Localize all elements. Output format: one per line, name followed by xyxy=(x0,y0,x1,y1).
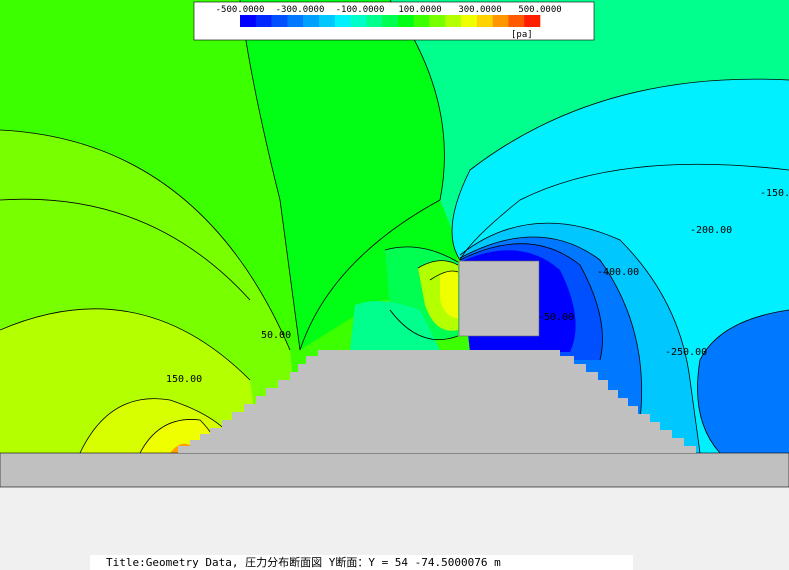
colorbar-swatch xyxy=(445,15,462,27)
colorbar-swatch xyxy=(429,15,446,27)
colorbar-swatch xyxy=(366,15,383,27)
status-title: Title:Geometry Data, 圧力分布断面図 Y断面：Y = 54 … xyxy=(106,556,501,569)
colorbar-swatch xyxy=(461,15,478,27)
colorbar-swatch xyxy=(303,15,320,27)
colorbar-unit: [pa] xyxy=(511,30,533,40)
colorbar-swatches xyxy=(240,15,541,27)
colorbar-swatch xyxy=(382,15,399,27)
building-block xyxy=(458,260,540,337)
colorbar-swatch xyxy=(318,15,336,27)
colorbar-swatch xyxy=(508,15,525,27)
status-bar: Title:Geometry Data, 圧力分布断面図 Y断面：Y = 54 … xyxy=(90,555,633,570)
colorbar-swatch xyxy=(287,15,304,27)
contour-label: -250.00 xyxy=(665,347,707,358)
colorbar-tick-label: -500.0000 xyxy=(216,5,265,15)
contour-label: -400.00 xyxy=(597,267,639,278)
colorbar-swatch xyxy=(255,15,272,27)
colorbar-tick-label: -100.0000 xyxy=(336,5,385,15)
colorbar-tick-label: 300.0000 xyxy=(458,5,501,15)
contour-label: 50.00 xyxy=(261,330,291,341)
contour-label: -150. xyxy=(760,188,789,199)
colorbar-tick-label: 100.0000 xyxy=(398,5,441,15)
colorbar-swatch xyxy=(350,15,367,27)
colorbar-swatch xyxy=(334,15,351,27)
ground xyxy=(0,452,789,488)
colorbar-swatch xyxy=(271,15,288,27)
colorbar-swatch xyxy=(476,15,493,27)
colorbar-swatch xyxy=(397,15,414,27)
colorbar-swatch xyxy=(524,15,541,27)
contour-label: -50.00 xyxy=(538,312,574,323)
colorbar-swatch xyxy=(240,15,257,27)
colorbar-swatch xyxy=(413,15,430,27)
colorbar-legend: -500.0000 -300.0000 -100.0000 100.0000 300.0… xyxy=(193,1,595,41)
colorbar-tick-label: 500.0000 xyxy=(518,5,561,15)
contour-label: -200.00 xyxy=(690,225,732,236)
contour-label: 150.00 xyxy=(166,374,202,385)
pressure-contour-plot: -150. -200.00 -400.00 -250.00 -50.00 50.… xyxy=(0,0,789,488)
colorbar-swatch xyxy=(492,15,509,27)
colorbar-tick-label: -300.0000 xyxy=(276,5,325,15)
